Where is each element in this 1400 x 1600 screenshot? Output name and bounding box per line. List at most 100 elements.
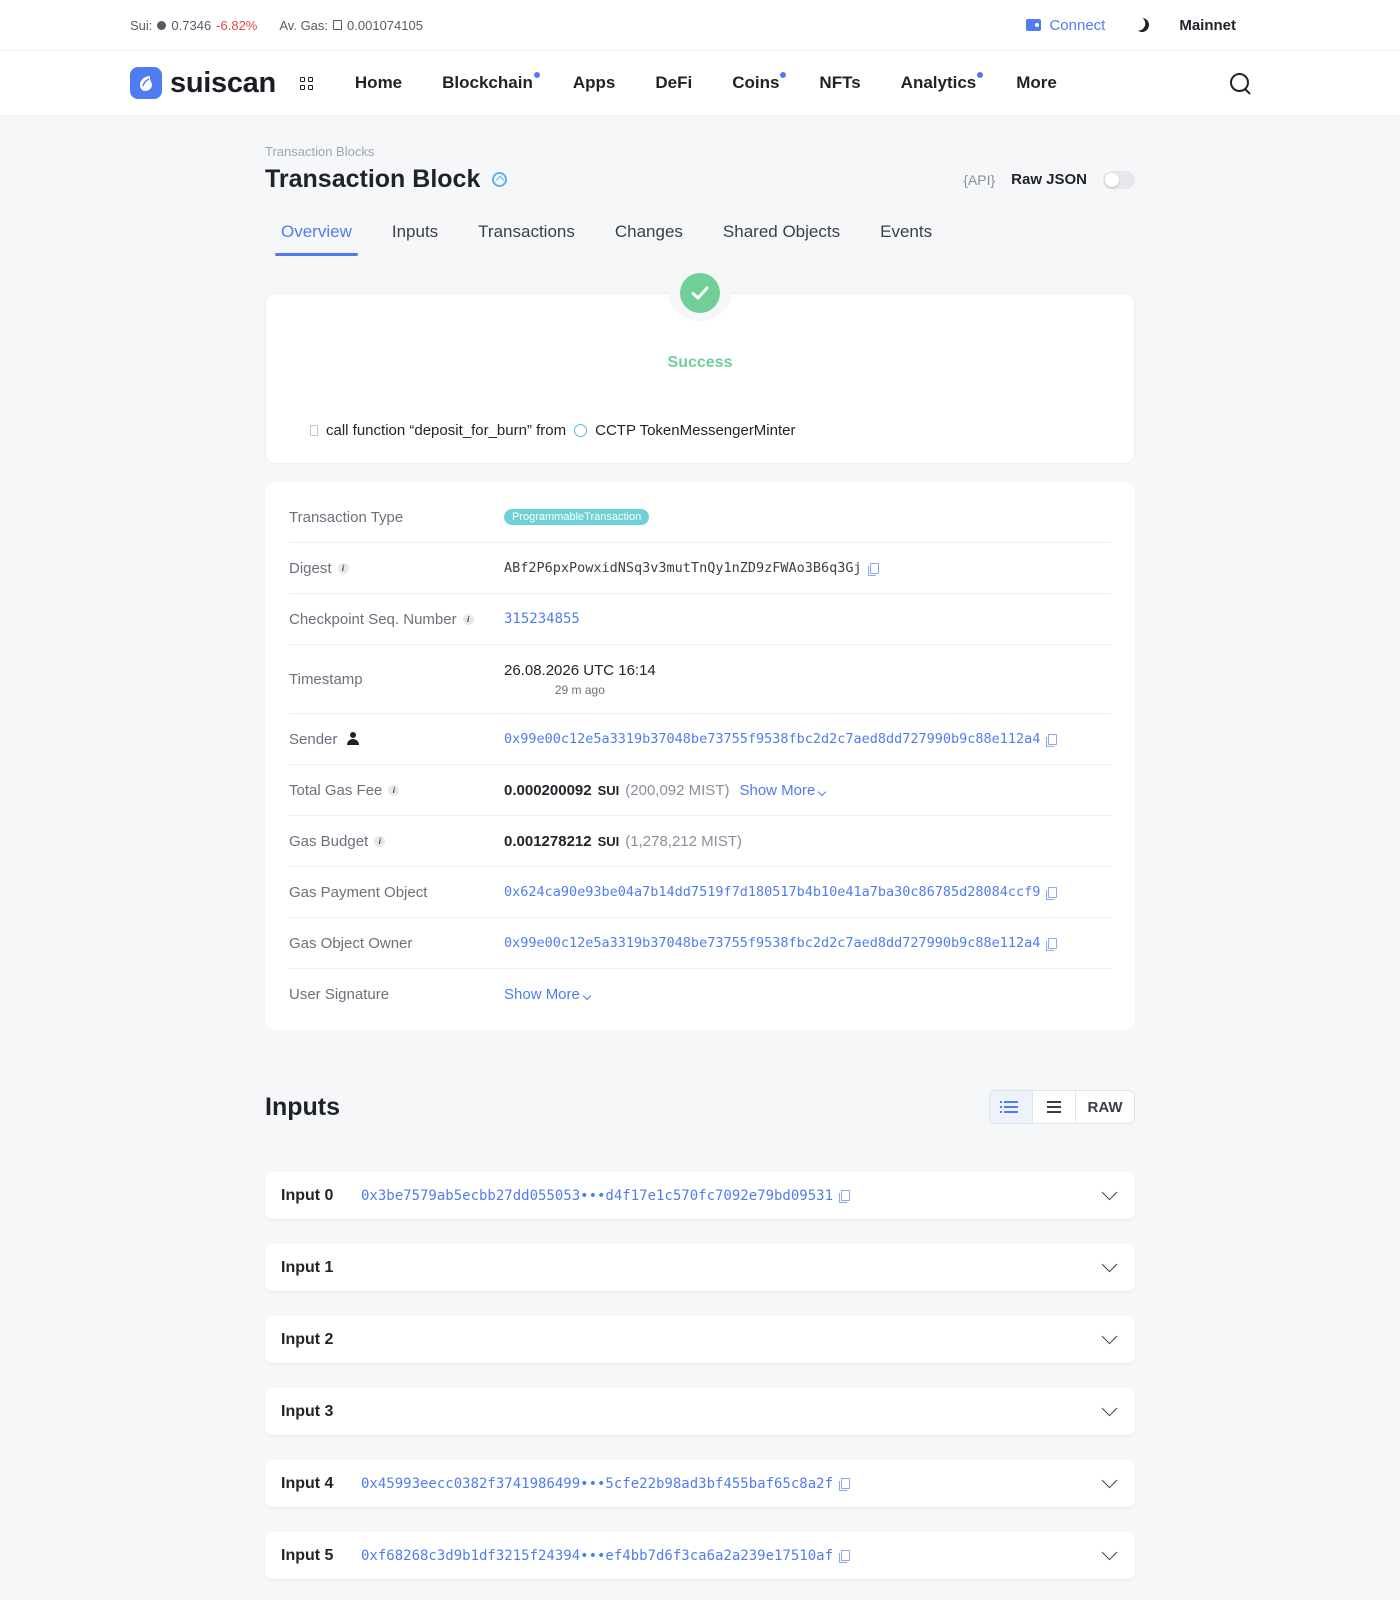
input-address: 0x45993eecc0382f3741986499•••5cfe22b98ad…	[361, 1476, 851, 1492]
input-address: 0x3be7579ab5ecbb27dd055053•••d4f17e1c570…	[361, 1188, 851, 1204]
label-text: Sender	[289, 730, 338, 748]
input-row-1[interactable]: Input 1	[265, 1244, 1135, 1291]
digest-value: ABf2P6pxPowxidNSq3v3mutTnQy1nZD9zFWAo3B6…	[504, 560, 862, 576]
theme-toggle-moon-icon[interactable]	[1133, 16, 1151, 34]
detail-view-button[interactable]	[1033, 1091, 1076, 1123]
nav-item-blockchain[interactable]: Blockchain	[442, 72, 540, 93]
transaction-icon	[492, 172, 508, 187]
document-icon	[310, 425, 318, 436]
input-row-3[interactable]: Input 3	[265, 1388, 1135, 1435]
timestamp-ago: 29 m ago	[554, 682, 605, 697]
gas-value: 0.001074105	[347, 17, 423, 33]
gas-label: Av. Gas:	[279, 17, 329, 33]
chevron-down-icon[interactable]	[1101, 1328, 1118, 1345]
nav-item-label: More	[1016, 73, 1057, 92]
info-icon[interactable]: i	[337, 562, 349, 574]
input-address-link[interactable]: 0x45993eecc0382f3741986499•••5cfe22b98ad…	[361, 1476, 833, 1492]
copy-icon[interactable]	[1046, 886, 1058, 900]
chevron-down-icon[interactable]	[1101, 1256, 1118, 1273]
detail-value: 26.08.2026 UTC 16:14 29 m ago	[504, 662, 656, 697]
chevron-down-icon[interactable]	[1101, 1400, 1118, 1417]
sender-person-icon	[347, 732, 361, 746]
sender-address-link[interactable]: 0x99e00c12e5a3319b37048be73755f9538fbc2d…	[504, 731, 1040, 747]
page-title: Transaction Block	[265, 165, 508, 194]
detail-value: 0.001278212 SUI (1,278,212 MIST)	[504, 833, 742, 850]
connect-label: Connect	[1049, 16, 1106, 34]
chevron-down-icon[interactable]	[1101, 1184, 1118, 1201]
nav-item-defi[interactable]: DeFi	[655, 73, 692, 93]
input-row-2[interactable]: Input 2	[265, 1316, 1135, 1363]
gas-budget-amount: 0.001278212	[504, 832, 592, 850]
top-ticker-bar: Sui: 0.7346 -6.82% Av. Gas: 0.001074105 …	[0, 0, 1400, 51]
new-indicator-dot	[977, 72, 984, 78]
input-name: Input 5	[281, 1546, 334, 1564]
detail-value: 315234855	[504, 611, 580, 627]
label-text: Timestamp	[289, 670, 363, 688]
inputs-list: Input 0 0x3be7579ab5ecbb27dd055053•••d4f…	[265, 1172, 1135, 1579]
gas-payment-object-link[interactable]: 0x624ca90e93be04a7b14dd7519f7d180517b4b1…	[504, 884, 1040, 900]
input-row-0[interactable]: Input 0 0x3be7579ab5ecbb27dd055053•••d4f…	[265, 1172, 1135, 1219]
input-row-5[interactable]: Input 5 0xf68268c3d9b1df3215f24394•••ef4…	[265, 1532, 1135, 1579]
gas-fee-show-more-button[interactable]: Show More	[739, 782, 827, 799]
tab-inputs[interactable]: Inputs	[376, 216, 454, 256]
input-row-4[interactable]: Input 4 0x45993eecc0382f3741986499•••5cf…	[265, 1460, 1135, 1507]
copy-icon[interactable]	[1046, 733, 1058, 747]
nav-item-coins[interactable]: Coins	[732, 72, 787, 93]
detail-value: ProgrammableTransaction	[504, 509, 650, 525]
chevron-down-icon[interactable]	[1101, 1544, 1118, 1561]
package-name[interactable]: CCTP TokenMessengerMinter	[595, 422, 795, 439]
nav-item-analytics[interactable]: Analytics	[901, 72, 984, 93]
checkpoint-link[interactable]: 315234855	[504, 611, 580, 627]
gas-owner-address-link[interactable]: 0x99e00c12e5a3319b37048be73755f9538fbc2d…	[504, 935, 1040, 951]
title-tools: {API} Raw JSON	[963, 170, 1135, 189]
tx-type-badge: ProgrammableTransaction	[504, 509, 650, 525]
tab-transactions[interactable]: Transactions	[462, 216, 591, 256]
detail-label: Gas Budget i	[289, 833, 504, 850]
detail-row-tx-type: Transaction Type ProgrammableTransaction	[289, 492, 1111, 543]
apps-grid-icon[interactable]	[299, 76, 313, 90]
nav-item-home[interactable]: Home	[355, 73, 402, 93]
page-title-text: Transaction Block	[265, 165, 481, 193]
logo[interactable]: suiscan	[130, 67, 276, 100]
connect-wallet-button[interactable]: Connect	[1026, 17, 1105, 34]
list-icon	[1000, 1101, 1018, 1113]
detail-row-gas-fee: Total Gas Fee i 0.000200092 SUI (200,092 …	[289, 765, 1111, 816]
nav-item-nfts[interactable]: NFTs	[819, 73, 860, 93]
nav-item-apps[interactable]: Apps	[573, 73, 616, 93]
breadcrumb[interactable]: Transaction Blocks	[265, 144, 1135, 159]
signature-show-more-button[interactable]: Show More	[504, 986, 592, 1003]
search-icon[interactable]	[1228, 71, 1252, 95]
info-icon[interactable]: i	[462, 613, 474, 625]
copy-icon[interactable]	[867, 562, 879, 576]
label-text: Total Gas Fee	[289, 781, 383, 799]
nav-item-more[interactable]: More	[1016, 73, 1057, 93]
network-selector[interactable]: Mainnet	[1179, 17, 1236, 34]
copy-icon[interactable]	[839, 1190, 851, 1203]
sui-coin-icon	[157, 20, 167, 30]
label-text: Digest	[289, 559, 332, 577]
detail-label: Gas Object Owner	[289, 935, 504, 952]
tab-events[interactable]: Events	[864, 216, 948, 256]
input-address-link[interactable]: 0x3be7579ab5ecbb27dd055053•••d4f17e1c570…	[361, 1188, 833, 1204]
tab-changes[interactable]: Changes	[599, 216, 699, 256]
copy-icon[interactable]	[839, 1478, 851, 1491]
api-button[interactable]: {API}	[963, 172, 995, 188]
ticker-right: Connect Mainnet	[1026, 17, 1236, 34]
input-address-link[interactable]: 0xf68268c3d9b1df3215f24394•••ef4bb7d6f3c…	[361, 1548, 833, 1564]
inputs-header: Inputs RAW	[265, 1090, 1135, 1124]
logo-text: suiscan	[170, 66, 276, 99]
raw-json-toggle[interactable]	[1103, 170, 1135, 189]
tab-shared-objects[interactable]: Shared Objects	[707, 216, 856, 256]
chevron-down-icon[interactable]	[1101, 1472, 1118, 1489]
tab-overview[interactable]: Overview	[265, 216, 368, 256]
info-icon[interactable]: i	[388, 784, 400, 796]
raw-view-button[interactable]: RAW	[1076, 1091, 1134, 1123]
wallet-icon	[1026, 19, 1042, 31]
status-card: Success call function “deposit_for_burn”…	[265, 267, 1135, 464]
copy-icon[interactable]	[839, 1550, 851, 1563]
list-view-button[interactable]	[990, 1091, 1033, 1123]
info-icon[interactable]: i	[374, 835, 386, 847]
copy-icon[interactable]	[1046, 937, 1058, 951]
details-table: Transaction Type ProgrammableTransaction…	[265, 482, 1135, 1030]
input-name: Input 2	[281, 1330, 334, 1348]
